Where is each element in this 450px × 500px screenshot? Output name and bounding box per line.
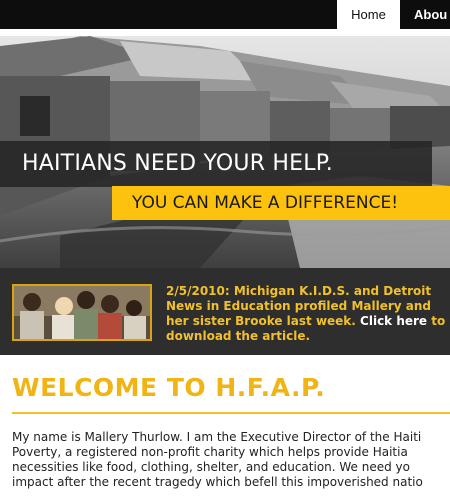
tab-home[interactable]: Home [337, 0, 400, 29]
news-band: 2/5/2010: Michigan K.I.D.S. and Detroit … [0, 268, 450, 355]
intro-paragraph: My name is Mallery Thurlow. I am the Exe… [12, 430, 450, 490]
intro-line: necessities like food, clothing, shelter… [12, 460, 410, 474]
hero-banner: HAITIANS NEED YOUR HELP. YOU CAN MAKE A … [0, 36, 450, 268]
children-group-photo[interactable] [12, 284, 152, 341]
intro-line: Poverty, a registered non-profit charity… [12, 445, 408, 459]
tab-about[interactable]: Abou [414, 0, 447, 29]
download-article-link[interactable]: Click here [360, 314, 427, 328]
hero-headline: HAITIANS NEED YOUR HELP. [0, 141, 432, 187]
heading-divider [12, 412, 450, 414]
intro-line: My name is Mallery Thurlow. I am the Exe… [12, 430, 422, 444]
news-text: 2/5/2010: Michigan K.I.D.S. and Detroit … [166, 284, 448, 344]
top-nav-bar: Home Abou [0, 0, 450, 29]
intro-line: impact after the recent tragedy which be… [12, 475, 423, 489]
welcome-heading: WELCOME TO H.F.A.P. [12, 373, 326, 402]
hero-subheadline: YOU CAN MAKE A DIFFERENCE! [112, 186, 450, 220]
